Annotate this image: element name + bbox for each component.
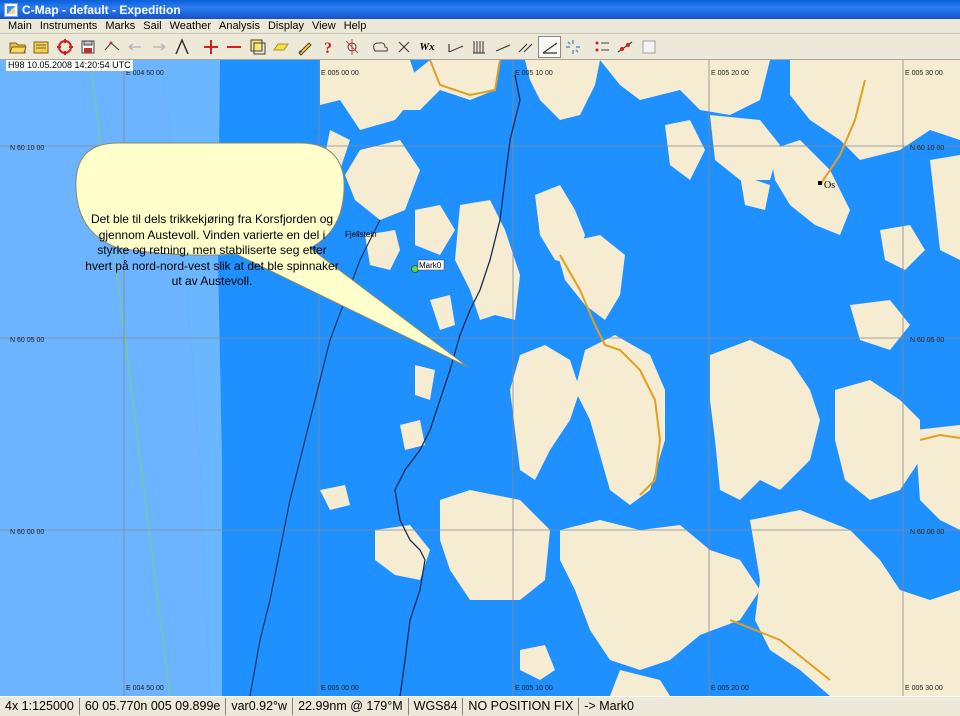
- folder-icon[interactable]: [30, 36, 53, 58]
- chart-map[interactable]: Mark0 Os Fjellstein E 004 50 00 E 005 00…: [0, 60, 960, 696]
- svg-text:E 004 50 00: E 004 50 00: [126, 70, 164, 77]
- status-variation: var0.92°w: [226, 698, 294, 715]
- svg-text:E 005 20 00: E 005 20 00: [711, 685, 749, 692]
- menu-weather[interactable]: Weather: [166, 20, 215, 32]
- polar-icon[interactable]: [444, 36, 467, 58]
- status-range-bearing: 22.99nm @ 179°M: [293, 698, 409, 715]
- partial-place-label: Fjellstein: [345, 230, 377, 239]
- route-icon[interactable]: [100, 36, 123, 58]
- status-target: -> Mark0: [584, 699, 634, 713]
- menu-instruments[interactable]: Instruments: [36, 20, 101, 32]
- svg-text:N 60 00 00: N 60 00 00: [10, 529, 44, 536]
- status-datum: WGS84: [409, 698, 464, 715]
- svg-text:E 005 00 00: E 005 00 00: [321, 70, 359, 77]
- window-icon[interactable]: [637, 36, 660, 58]
- app-icon: [4, 2, 18, 17]
- menu-help[interactable]: Help: [340, 20, 371, 32]
- double-slope-icon[interactable]: [515, 36, 538, 58]
- spinner-icon[interactable]: [562, 36, 585, 58]
- slope-icon[interactable]: [491, 36, 514, 58]
- wind-icon[interactable]: [614, 36, 637, 58]
- os-label: Os: [824, 180, 835, 191]
- menu-marks[interactable]: Marks: [101, 20, 139, 32]
- wx-label: Wx: [419, 40, 435, 53]
- menu-bar: Main Instruments Marks Sail Weather Anal…: [0, 19, 960, 34]
- callout-text: Det ble til dels trikkekjøring fra Korsf…: [85, 212, 339, 288]
- compass-icon[interactable]: [340, 36, 363, 58]
- toolbar: ? Wx: [0, 34, 960, 60]
- svg-text:E 005 10 00: E 005 10 00: [515, 70, 553, 77]
- line-icon[interactable]: [223, 36, 246, 58]
- status-zoom: 4x 1:125000: [0, 698, 80, 715]
- svg-text:E 005 30 00: E 005 30 00: [905, 70, 943, 77]
- menu-main[interactable]: Main: [4, 20, 36, 32]
- marks-list-icon[interactable]: [590, 36, 613, 58]
- svg-text:E 005 20 00: E 005 20 00: [711, 70, 749, 77]
- svg-text:?: ?: [324, 40, 332, 56]
- svg-text:E 005 00 00: E 005 00 00: [321, 685, 359, 692]
- status-bar: 4x 1:125000 60 05.770n 005 09.899e var0.…: [0, 696, 960, 716]
- window-title: C-Map - default - Expedition: [22, 2, 181, 17]
- angle-icon[interactable]: [538, 35, 561, 58]
- menu-view[interactable]: View: [308, 20, 340, 32]
- timestamp-label: H98 10.05.2008 14:20:54 UTC: [6, 60, 133, 71]
- menu-analysis[interactable]: Analysis: [215, 20, 264, 32]
- title-bar: C-Map - default - Expedition: [0, 0, 960, 19]
- mark0-label: Mark0: [419, 261, 442, 270]
- weather-icon[interactable]: [369, 36, 392, 58]
- svg-text:N 60 05 00: N 60 05 00: [910, 337, 944, 344]
- highlight-icon[interactable]: [270, 36, 293, 58]
- pencil-icon[interactable]: [293, 36, 316, 58]
- status-fix: NO POSITION FIX: [463, 698, 580, 715]
- redo-icon[interactable]: [147, 36, 170, 58]
- svg-text:E 005 10 00: E 005 10 00: [515, 685, 553, 692]
- layers-icon[interactable]: [246, 36, 269, 58]
- menu-display[interactable]: Display: [264, 20, 308, 32]
- os-marker: [818, 181, 822, 185]
- svg-text:E 005 30 00: E 005 30 00: [905, 685, 943, 692]
- lambda-icon[interactable]: [171, 36, 194, 58]
- svg-text:E 004 50 00: E 004 50 00: [126, 685, 164, 692]
- mark0-point[interactable]: [411, 265, 419, 273]
- close-icon[interactable]: [392, 36, 415, 58]
- undo-icon[interactable]: [124, 36, 147, 58]
- menu-sail[interactable]: Sail: [139, 20, 165, 32]
- svg-text:N 60 05 00: N 60 05 00: [10, 337, 44, 344]
- grid-icon[interactable]: [468, 36, 491, 58]
- save-icon[interactable]: [77, 36, 100, 58]
- svg-text:N 60 00 00: N 60 00 00: [910, 529, 944, 536]
- target-icon[interactable]: [53, 36, 76, 58]
- status-position: 60 05.770n 005 09.899e: [80, 698, 227, 715]
- add-mark-icon[interactable]: [199, 36, 222, 58]
- open-folder-icon[interactable]: [6, 36, 29, 58]
- help-icon[interactable]: ?: [317, 36, 340, 58]
- wx-icon[interactable]: Wx: [416, 36, 439, 58]
- svg-text:N 60 10 00: N 60 10 00: [910, 145, 944, 152]
- svg-text:N 60 10 00: N 60 10 00: [10, 145, 44, 152]
